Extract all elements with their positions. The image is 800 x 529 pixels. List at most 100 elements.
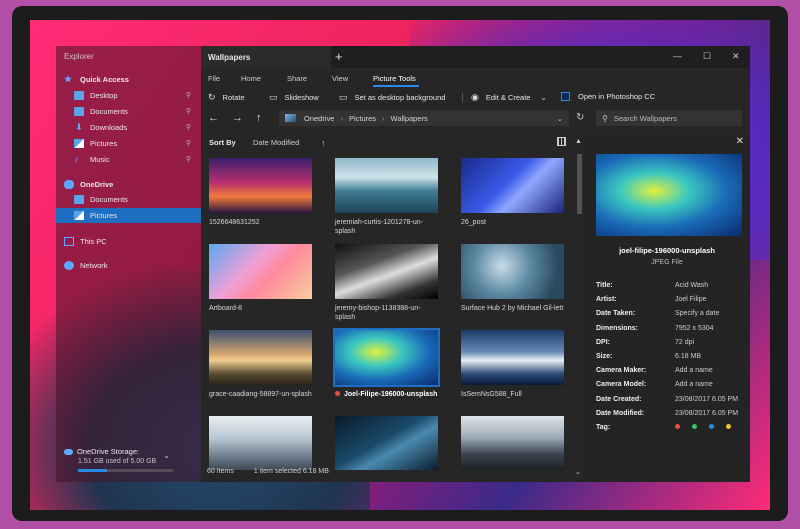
sidebar-item-network[interactable]: Network — [56, 258, 201, 273]
file-item-selected[interactable]: Joel-Filipe-196000-unsplash — [333, 328, 440, 399]
sidebar-item-pictures[interactable]: Pictures ⚲ — [56, 136, 201, 151]
back-button[interactable]: ← — [208, 112, 219, 124]
file-thumbnail — [461, 244, 564, 299]
onedrive-storage[interactable]: OneDrive Storage: 1.51 GB used of 5.00 G… — [64, 447, 194, 472]
tag-color-dot[interactable] — [726, 424, 731, 429]
chevron-down-icon: ⌄ — [540, 93, 547, 102]
sidebar-item-label: Documents — [90, 195, 128, 204]
refresh-button[interactable]: ↻ — [576, 112, 584, 123]
property-value[interactable]: Joel Filipe — [675, 296, 707, 303]
up-button[interactable]: ↑ — [256, 112, 262, 124]
menu-view[interactable]: View — [332, 74, 348, 83]
property-value[interactable]: Specify a date — [675, 310, 719, 317]
breadcrumb-pictures[interactable]: Pictures — [349, 114, 376, 123]
storage-usage: 1.51 GB used of 5.00 GB — [78, 458, 157, 465]
file-item[interactable]: IsSemNsG588_Full — [461, 330, 564, 399]
property-value[interactable] — [675, 424, 743, 431]
sort-value-dropdown[interactable]: Date Modified — [253, 138, 299, 147]
grid-view-icon[interactable] — [557, 137, 566, 146]
details-file-type: JPEG File — [651, 259, 683, 266]
search-placeholder: Search Wallpapers — [613, 113, 677, 123]
property-value[interactable]: 6.18 MB — [675, 353, 701, 360]
pin-icon[interactable]: ⚲ — [186, 139, 193, 147]
scrollbar[interactable]: ▲ ⌄ — [574, 138, 584, 478]
sidebar-item-label: OneDrive — [80, 180, 114, 189]
file-item[interactable] — [461, 416, 564, 470]
search-icon: ⚲ — [602, 113, 608, 123]
cloud-icon — [64, 448, 73, 455]
sidebar-item-music[interactable]: ♪ Music ⚲ — [56, 152, 201, 167]
file-name: 1526648631252 — [209, 219, 260, 226]
sidebar-item-quick-access[interactable]: ★ Quick Access — [56, 72, 201, 87]
pin-icon[interactable]: ⚲ — [186, 91, 193, 99]
property-value[interactable]: Add a name — [675, 381, 713, 388]
set-desktop-background-button[interactable]: ▭ Set as desktop background — [339, 92, 445, 103]
property-value[interactable]: 23/08/2017 6.05 PM — [675, 396, 738, 403]
sort-direction-icon[interactable]: ↑ — [321, 138, 326, 148]
menu-share[interactable]: Share — [287, 74, 307, 83]
close-button[interactable]: ✕ — [732, 51, 740, 62]
file-grid: 1526648631252 jeremiah-curtis-1201278-un… — [209, 158, 571, 470]
sidebar-item-onedrive[interactable]: OneDrive — [56, 177, 201, 192]
sidebar-item-documents[interactable]: Documents ⚲ — [56, 104, 201, 119]
pin-icon[interactable]: ⚲ — [186, 107, 193, 115]
breadcrumb-wallpapers[interactable]: Wallpapers — [391, 114, 428, 123]
file-item[interactable]: jeremy-bishop-1138388-un-splash — [335, 244, 438, 322]
details-pane: ✕ joel-filipe-196000-unsplash JPEG File … — [584, 134, 750, 482]
file-name: 26_post — [461, 219, 486, 226]
open-photoshop-button[interactable]: Open in Photoshop CC — [561, 92, 655, 101]
pc-icon — [64, 237, 74, 246]
menu-file[interactable]: File — [208, 74, 220, 83]
file-item[interactable]: 1526648631252 — [209, 158, 312, 227]
property-value[interactable]: 72 dpi — [675, 339, 694, 346]
search-input[interactable]: ⚲ Search Wallpapers — [596, 110, 742, 126]
new-tab-button[interactable]: + — [335, 49, 343, 64]
forward-button[interactable]: → — [232, 112, 243, 124]
file-item[interactable]: Surface Hub 2 by Michael Gil-lett — [461, 244, 564, 313]
sidebar-item-downloads[interactable]: ⬇ Downloads ⚲ — [56, 120, 201, 135]
menu-picture-tools[interactable]: Picture Tools — [373, 74, 416, 83]
file-item[interactable] — [335, 416, 438, 470]
chevron-right-icon: › — [340, 113, 343, 123]
chevron-down-icon[interactable]: ⌄ — [557, 114, 563, 123]
scroll-down-icon[interactable]: ⌄ — [575, 468, 581, 476]
property-value[interactable]: 7952 x 5304 — [675, 325, 714, 332]
file-item[interactable] — [209, 416, 312, 470]
file-item[interactable]: jeremiah-curtis-1201278-un-splash — [335, 158, 438, 236]
rotate-button[interactable]: ↻ Rotate — [208, 92, 245, 103]
sidebar-item-this-pc[interactable]: This PC — [56, 234, 201, 249]
preview-image — [596, 154, 742, 236]
tab-wallpapers[interactable]: Wallpapers — [201, 46, 331, 68]
edit-create-button[interactable]: ◉ Edit & Create ⌄ — [471, 92, 547, 103]
scrollbar-thumb[interactable] — [577, 154, 582, 214]
pin-icon[interactable]: ⚲ — [186, 123, 193, 131]
sort-bar: Sort By Date Modified ↑ — [201, 138, 571, 150]
menu-home[interactable]: Home — [241, 74, 261, 83]
breadcrumb-onedrive[interactable]: Onedrive — [304, 114, 334, 123]
file-item[interactable]: 26_post — [461, 158, 564, 227]
sidebar-item-onedrive-pictures[interactable]: Pictures — [56, 208, 201, 223]
tag-color-dot[interactable] — [692, 424, 697, 429]
maximize-button[interactable]: ☐ — [703, 51, 711, 62]
close-icon[interactable]: ✕ — [736, 136, 744, 147]
sidebar-item-label: This PC — [80, 237, 107, 246]
property-value[interactable]: 23/08/2017 6.05 PM — [675, 410, 738, 417]
file-item[interactable]: Artboard-8 — [209, 244, 312, 313]
address-bar[interactable]: Onedrive › Pictures › Wallpapers ⌄ — [279, 110, 569, 126]
tag-color-dot[interactable] — [675, 424, 680, 429]
sidebar-item-onedrive-documents[interactable]: Documents — [56, 192, 201, 207]
property-value[interactable]: Add a name — [675, 367, 713, 374]
file-item[interactable]: grace-caadiang-58897-un-splash — [209, 330, 312, 399]
property-key: Dimensions: — [596, 324, 639, 332]
tag-color-dot[interactable] — [709, 424, 714, 429]
pin-icon[interactable]: ⚲ — [186, 155, 193, 163]
property-value[interactable]: Acid Wash — [675, 282, 708, 289]
item-count: 60 Items — [207, 468, 234, 475]
scroll-up-icon[interactable]: ▲ — [575, 138, 582, 145]
chevron-down-icon[interactable]: ⌄ — [163, 451, 170, 460]
rotate-icon: ↻ — [208, 92, 216, 102]
sidebar-item-desktop[interactable]: Desktop ⚲ — [56, 88, 201, 103]
minimize-button[interactable]: — — [673, 51, 682, 61]
star-icon: ★ — [64, 74, 73, 84]
slideshow-button[interactable]: ▭ Slideshow — [269, 92, 319, 103]
